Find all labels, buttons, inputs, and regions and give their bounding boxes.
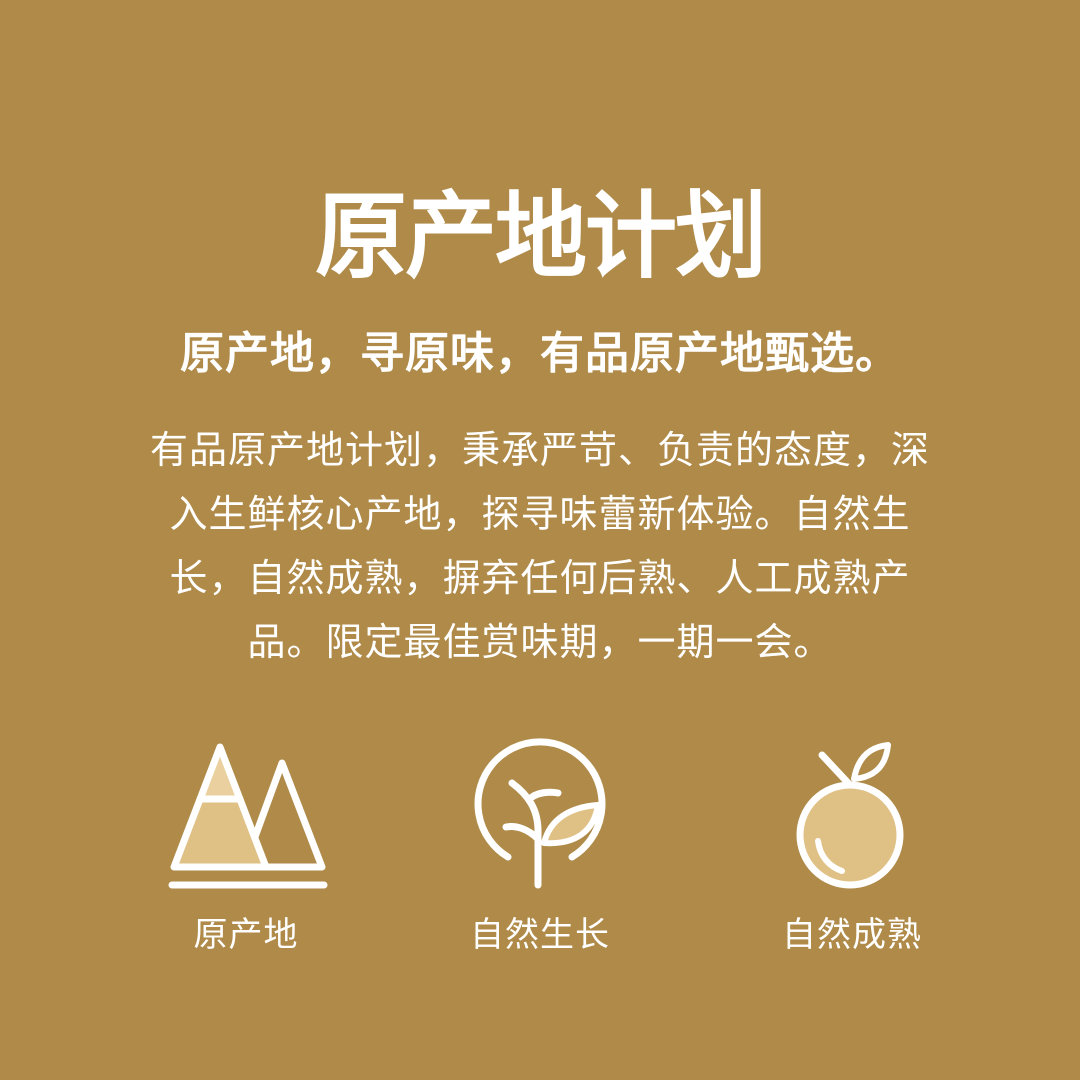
description-paragraph: 有品原产地计划，秉承严苛、负责的态度，深 入生鲜核心产地，探寻味蕾新体验。自然生… [112, 418, 968, 674]
feature-natural-ripening: 自然成熟 [732, 735, 972, 955]
page-title: 原产地计划 [314, 181, 767, 292]
description-line: 有品原产地计划，秉承严苛、负责的态度，深 [149, 428, 930, 472]
description-line: 长，自然成熟，摒弃任何后熟、人工成熟产 [169, 556, 911, 600]
feature-label: 自然成熟 [782, 915, 922, 955]
fruit-icon [796, 742, 904, 889]
mountain-icon [168, 743, 328, 889]
description-line: 品。限定最佳赏味期，一期一会。 [247, 620, 833, 664]
page: 原产地计划 原产地，寻原味，有品原产地甄选。 有品原产地计划，秉承严苛、负责的态… [0, 0, 1080, 1080]
feature-label: 原产地 [193, 915, 299, 955]
feature-origin: 原产地 [126, 735, 366, 955]
feature-label: 自然生长 [470, 915, 610, 955]
feature-natural-growth: 自然生长 [420, 735, 660, 955]
tree-icon [474, 738, 606, 889]
feature-list: 原产地 自然生长 自然成熟 [0, 735, 1080, 975]
page-subtitle: 原产地，寻原味，有品原产地甄选。 [180, 328, 900, 379]
description-line: 入生鲜核心产地，探寻味蕾新体验。自然生 [169, 492, 911, 536]
